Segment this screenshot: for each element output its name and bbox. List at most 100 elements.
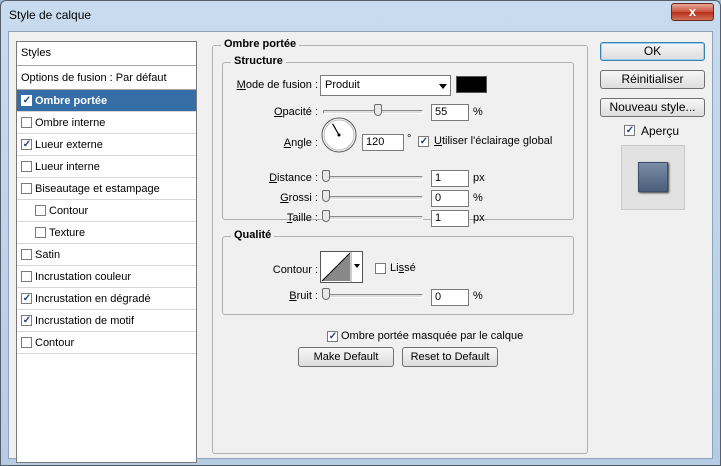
spread-slider-track[interactable]: [323, 196, 423, 200]
noise-label: Bruit :: [289, 290, 318, 302]
opacity-input[interactable]: 55: [431, 104, 469, 121]
style-item[interactable]: Lueur interne: [17, 156, 196, 178]
style-item-checkbox[interactable]: [35, 205, 46, 216]
angle-input[interactable]: 120: [362, 134, 404, 151]
distance-input[interactable]: 1: [431, 170, 469, 187]
knockout-label: Ombre portée masquée par le calque: [341, 330, 524, 342]
preview-thumbnail: [621, 145, 685, 210]
style-item[interactable]: Lueur externe: [17, 134, 196, 156]
angle-label: Angle :: [283, 137, 318, 149]
fusion-options-item[interactable]: Options de fusion : Par défaut: [17, 66, 196, 90]
style-item-checkbox[interactable]: [21, 293, 32, 304]
style-item-label: Ombre portée: [35, 95, 108, 107]
global-light-checkbox[interactable]: [418, 136, 429, 147]
make-default-button[interactable]: Make Default: [298, 347, 394, 367]
style-item[interactable]: Incrustation de motif: [17, 310, 196, 332]
opacity-slider-handle[interactable]: [374, 104, 382, 116]
preview-swatch: [638, 162, 668, 192]
angle-dial[interactable]: [320, 116, 358, 154]
style-item[interactable]: Contour: [17, 200, 196, 222]
style-item-label: Biseautage et estampage: [35, 183, 160, 195]
spread-slider-handle[interactable]: [322, 190, 330, 202]
size-label: Taille :: [286, 212, 318, 224]
global-light-label: Utiliser l'éclairage global: [434, 135, 553, 147]
window-title: Style de calque: [9, 8, 92, 22]
style-item-checkbox[interactable]: [35, 227, 46, 238]
shadow-color-swatch[interactable]: [456, 76, 487, 93]
reset-to-default-button[interactable]: Reset to Default: [402, 347, 498, 367]
style-item-checkbox[interactable]: [21, 183, 32, 194]
noise-slider-track[interactable]: [323, 294, 423, 298]
style-item-checkbox[interactable]: [21, 315, 32, 326]
angle-unit: °: [407, 133, 412, 145]
style-item-label: Incrustation de motif: [35, 315, 135, 327]
chevron-down-icon: [439, 84, 447, 89]
style-item[interactable]: Satin: [17, 244, 196, 266]
structure-group: Structure Mode de fusion : Produit Opaci…: [222, 55, 574, 227]
style-item[interactable]: Contour: [17, 332, 196, 354]
close-button[interactable]: x: [671, 3, 714, 21]
distance-label: Distance :: [269, 172, 318, 184]
dialog-window: Style de calque x Styles Options de fusi…: [0, 0, 721, 466]
style-item-label: Lueur externe: [35, 139, 103, 151]
reset-button[interactable]: Réinitialiser: [600, 70, 705, 89]
styles-list: Styles Options de fusion : Par défaut Om…: [16, 41, 197, 463]
preview-checkbox[interactable]: [624, 125, 635, 136]
blend-mode-select[interactable]: Produit: [320, 75, 451, 96]
spread-unit: %: [473, 192, 483, 204]
style-item[interactable]: Biseautage et estampage: [17, 178, 196, 200]
size-unit: px: [473, 212, 485, 224]
knockout-checkbox[interactable]: [327, 331, 338, 342]
noise-input[interactable]: 0: [431, 289, 469, 306]
distance-slider-track[interactable]: [323, 176, 423, 180]
antialias-label: Lissé: [390, 262, 416, 274]
spread-input[interactable]: 0: [431, 190, 469, 207]
style-item-label: Incrustation en dégradé: [35, 293, 151, 305]
distance-unit: px: [473, 172, 485, 184]
opacity-unit: %: [473, 106, 483, 118]
title-bar[interactable]: Style de calque x: [1, 1, 720, 31]
noise-unit: %: [473, 290, 483, 302]
blend-mode-label: Mode de fusion :: [236, 79, 318, 91]
contour-picker[interactable]: [320, 251, 363, 283]
spread-label: Grossi :: [280, 192, 318, 204]
style-item-label: Contour: [49, 205, 89, 217]
style-item-checkbox[interactable]: [21, 337, 32, 348]
distance-slider-handle[interactable]: [322, 170, 330, 182]
opacity-slider-track[interactable]: [323, 110, 423, 114]
style-item-label: Texture: [49, 227, 86, 239]
style-item-checkbox[interactable]: [21, 95, 32, 106]
structure-title: Structure: [231, 55, 286, 67]
noise-slider-handle[interactable]: [322, 288, 330, 300]
new-style-button[interactable]: Nouveau style...: [600, 98, 705, 117]
opacity-label: Opacité :: [273, 106, 318, 118]
quality-title: Qualité: [231, 229, 275, 241]
preview-label: Aperçu: [641, 124, 680, 138]
dialog-client-area: Styles Options de fusion : Par défaut Om…: [8, 31, 713, 463]
style-item-checkbox[interactable]: [21, 271, 32, 282]
size-slider-handle[interactable]: [322, 210, 330, 222]
styles-list-header[interactable]: Styles: [17, 42, 196, 66]
style-item[interactable]: Texture: [17, 222, 196, 244]
style-item[interactable]: Incrustation couleur: [17, 266, 196, 288]
style-item-label: Lueur interne: [35, 161, 100, 173]
style-item-label: Satin: [35, 249, 61, 261]
style-item[interactable]: Incrustation en dégradé: [17, 288, 196, 310]
size-input[interactable]: 1: [431, 210, 469, 227]
blend-mode-value: Produit: [325, 79, 360, 91]
size-slider-track[interactable]: [323, 216, 423, 220]
style-item-label: Contour: [35, 337, 75, 349]
style-item-checkbox[interactable]: [21, 161, 32, 172]
style-item[interactable]: Ombre portée: [17, 90, 196, 112]
style-item-label: Ombre interne: [35, 117, 106, 129]
quality-group: Qualité Contour : Lissé Bruit : 0 %: [222, 229, 574, 315]
style-item-checkbox[interactable]: [21, 117, 32, 128]
drop-shadow-title: Ombre portée: [221, 38, 300, 50]
style-item[interactable]: Ombre interne: [17, 112, 196, 134]
style-item-checkbox[interactable]: [21, 139, 32, 150]
chevron-down-icon: [354, 264, 360, 268]
ok-button[interactable]: OK: [600, 42, 705, 61]
drop-shadow-group: Ombre portée Structure Mode de fusion : …: [212, 38, 588, 454]
antialias-checkbox[interactable]: [375, 263, 386, 274]
style-item-checkbox[interactable]: [21, 249, 32, 260]
